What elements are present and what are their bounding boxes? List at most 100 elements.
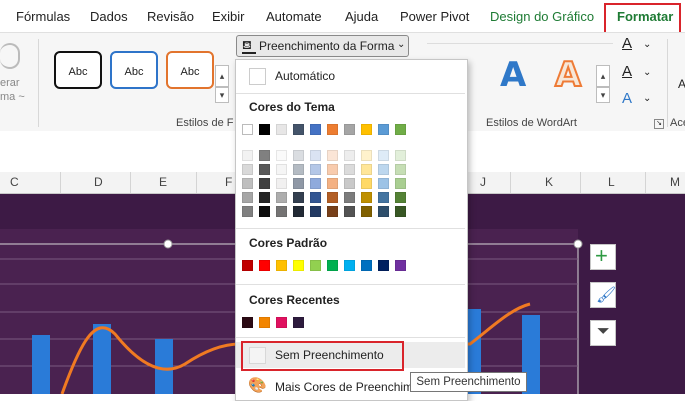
theme-color-shade-swatch[interactable] bbox=[378, 192, 389, 203]
theme-color-shade-swatch[interactable] bbox=[310, 206, 321, 217]
chevron-down-icon[interactable]: ⌄ bbox=[643, 67, 651, 78]
column-header-d[interactable]: D bbox=[94, 175, 103, 189]
fill-shape-button[interactable]: ⛾ Preenchimento da Forma ⌄ bbox=[236, 35, 409, 57]
tab-design-do-grafico[interactable]: Design do Gráfico bbox=[490, 9, 594, 24]
column-header-c[interactable]: C bbox=[10, 175, 19, 189]
theme-color-shade-swatch[interactable] bbox=[276, 164, 287, 175]
chart-filters-button[interactable]: ⏷ bbox=[590, 320, 616, 346]
column-header-e[interactable]: E bbox=[159, 175, 167, 189]
standard-color-swatch[interactable] bbox=[327, 260, 338, 271]
chart-elements-button[interactable]: + bbox=[590, 243, 616, 270]
standard-color-swatch[interactable] bbox=[276, 260, 287, 271]
theme-color-shade-swatch[interactable] bbox=[259, 178, 270, 189]
theme-color-swatch[interactable] bbox=[310, 124, 321, 135]
theme-color-shade-swatch[interactable] bbox=[361, 192, 372, 203]
column-header-j[interactable]: J bbox=[480, 175, 486, 189]
theme-color-swatch[interactable] bbox=[327, 124, 338, 135]
standard-color-swatch[interactable] bbox=[361, 260, 372, 271]
chart-styles-button[interactable]: 🖌 bbox=[590, 282, 616, 308]
theme-color-shade-swatch[interactable] bbox=[361, 178, 372, 189]
column-header-m[interactable]: M bbox=[670, 175, 680, 189]
theme-color-shade-swatch[interactable] bbox=[259, 164, 270, 175]
dialog-launcher-icon[interactable]: ↘ bbox=[654, 119, 664, 129]
theme-color-shade-swatch[interactable] bbox=[344, 206, 355, 217]
theme-color-shade-swatch[interactable] bbox=[293, 164, 304, 175]
theme-color-shade-swatch[interactable] bbox=[327, 164, 338, 175]
theme-color-swatch[interactable] bbox=[259, 124, 270, 135]
theme-color-shade-swatch[interactable] bbox=[276, 192, 287, 203]
theme-color-shade-swatch[interactable] bbox=[310, 192, 321, 203]
theme-color-shade-swatch[interactable] bbox=[344, 192, 355, 203]
theme-color-shade-swatch[interactable] bbox=[259, 206, 270, 217]
theme-color-shade-swatch[interactable] bbox=[259, 192, 270, 203]
standard-color-swatch[interactable] bbox=[259, 260, 270, 271]
theme-color-shade-swatch[interactable] bbox=[310, 178, 321, 189]
theme-color-shade-swatch[interactable] bbox=[276, 206, 287, 217]
shape-style-sample-blue[interactable]: Abc bbox=[110, 51, 158, 89]
theme-color-shade-swatch[interactable] bbox=[327, 150, 338, 161]
theme-color-shade-swatch[interactable] bbox=[242, 164, 253, 175]
chevron-down-icon[interactable]: ⌄ bbox=[643, 39, 651, 50]
column-header-k[interactable]: K bbox=[545, 175, 553, 189]
theme-color-shade-swatch[interactable] bbox=[361, 164, 372, 175]
tab-exibir[interactable]: Exibir bbox=[212, 9, 245, 24]
theme-color-shade-swatch[interactable] bbox=[344, 150, 355, 161]
standard-color-swatch[interactable] bbox=[395, 260, 406, 271]
theme-color-shade-swatch[interactable] bbox=[242, 206, 253, 217]
theme-color-shade-swatch[interactable] bbox=[276, 178, 287, 189]
text-outline-icon[interactable]: A bbox=[622, 63, 632, 80]
theme-color-shade-swatch[interactable] bbox=[378, 150, 389, 161]
tab-automate[interactable]: Automate bbox=[266, 9, 322, 24]
recent-color-swatch[interactable] bbox=[259, 317, 270, 328]
wordart-scroll-up[interactable]: ▴ bbox=[596, 65, 610, 87]
standard-color-swatch[interactable] bbox=[293, 260, 304, 271]
standard-color-swatch[interactable] bbox=[310, 260, 321, 271]
theme-color-shade-swatch[interactable] bbox=[327, 178, 338, 189]
column-header-l[interactable]: L bbox=[608, 175, 615, 189]
theme-color-shade-swatch[interactable] bbox=[242, 192, 253, 203]
tab-power-pivot[interactable]: Power Pivot bbox=[400, 9, 469, 24]
standard-color-swatch[interactable] bbox=[344, 260, 355, 271]
tab-revisao[interactable]: Revisão bbox=[147, 9, 194, 24]
theme-color-shade-swatch[interactable] bbox=[242, 178, 253, 189]
standard-color-swatch[interactable] bbox=[242, 260, 253, 271]
theme-color-shade-swatch[interactable] bbox=[293, 178, 304, 189]
theme-color-shade-swatch[interactable] bbox=[395, 206, 406, 217]
gallery-scroll-down[interactable]: ▾ bbox=[215, 87, 229, 103]
wordart-sample-orange[interactable]: A bbox=[554, 54, 582, 96]
theme-color-swatch[interactable] bbox=[378, 124, 389, 135]
theme-color-shade-swatch[interactable] bbox=[344, 164, 355, 175]
theme-color-shade-swatch[interactable] bbox=[259, 150, 270, 161]
theme-color-shade-swatch[interactable] bbox=[395, 150, 406, 161]
shape-style-sample-black[interactable]: Abc bbox=[54, 51, 102, 89]
tab-dados[interactable]: Dados bbox=[90, 9, 128, 24]
theme-color-shade-swatch[interactable] bbox=[242, 150, 253, 161]
shape-style-sample-orange[interactable]: Abc bbox=[166, 51, 214, 89]
theme-color-shade-swatch[interactable] bbox=[293, 206, 304, 217]
standard-color-swatch[interactable] bbox=[378, 260, 389, 271]
theme-color-shade-swatch[interactable] bbox=[378, 178, 389, 189]
theme-color-swatch[interactable] bbox=[293, 124, 304, 135]
theme-color-shade-swatch[interactable] bbox=[327, 192, 338, 203]
theme-color-shade-swatch[interactable] bbox=[293, 150, 304, 161]
recent-color-swatch[interactable] bbox=[293, 317, 304, 328]
tab-ajuda[interactable]: Ajuda bbox=[345, 9, 378, 24]
tab-formulas[interactable]: Fórmulas bbox=[16, 9, 70, 24]
theme-color-shade-swatch[interactable] bbox=[310, 150, 321, 161]
theme-color-swatch[interactable] bbox=[276, 124, 287, 135]
theme-color-swatch[interactable] bbox=[395, 124, 406, 135]
theme-color-shade-swatch[interactable] bbox=[378, 206, 389, 217]
text-effects-icon[interactable]: A bbox=[622, 90, 632, 107]
theme-color-swatch[interactable] bbox=[344, 124, 355, 135]
theme-color-swatch[interactable] bbox=[361, 124, 372, 135]
text-fill-icon[interactable]: A bbox=[622, 35, 632, 52]
theme-color-shade-swatch[interactable] bbox=[395, 192, 406, 203]
column-header-f[interactable]: F bbox=[225, 175, 232, 189]
automatic-option[interactable]: Automático bbox=[236, 64, 465, 88]
chevron-down-icon[interactable]: ⌄ bbox=[643, 93, 651, 104]
theme-color-shade-swatch[interactable] bbox=[361, 150, 372, 161]
wordart-sample-blue[interactable]: A bbox=[500, 55, 526, 95]
theme-color-shade-swatch[interactable] bbox=[327, 206, 338, 217]
gallery-scroll-up[interactable]: ▴ bbox=[215, 65, 229, 87]
recent-color-swatch[interactable] bbox=[242, 317, 253, 328]
